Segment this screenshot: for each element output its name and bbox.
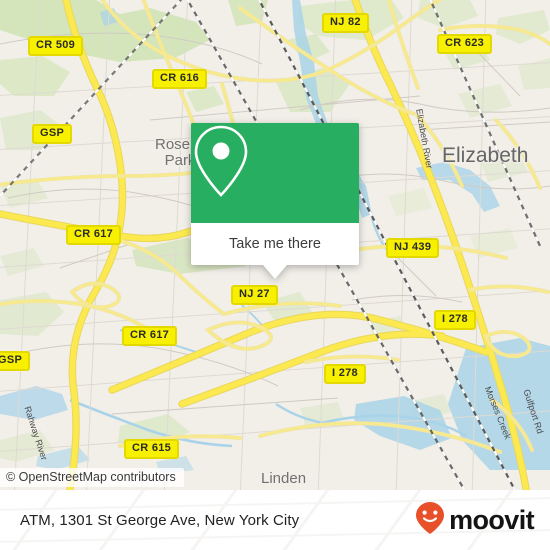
road-shield-cr-623[interactable]: CR 623 — [437, 34, 493, 54]
location-title-text: ATM, 1301 St George Ave, New York City — [20, 511, 300, 529]
road-shield-i-278-lower[interactable]: I 278 — [324, 364, 366, 384]
road-shield-gsp-south[interactable]: GSP — [0, 351, 31, 371]
take-me-there-button[interactable]: Take me there — [191, 223, 359, 265]
moovit-logo[interactable]: moovit — [415, 490, 535, 550]
road-shield-gsp-north[interactable]: GSP — [32, 124, 73, 144]
road-shield-cr-616[interactable]: CR 616 — [152, 69, 208, 89]
popup-header — [191, 123, 359, 223]
location-title: ATM, 1301 St George Ave, New York City — [20, 490, 299, 550]
moovit-wordmark: moovit — [449, 504, 535, 535]
footer-bar: ATM, 1301 St George Ave, New York City m… — [0, 490, 550, 550]
take-me-there-label: Take me there — [229, 236, 321, 252]
road-shield-nj-439[interactable]: NJ 439 — [386, 238, 440, 258]
road-shield-nj-82[interactable]: NJ 82 — [322, 13, 369, 33]
road-shield-cr-615[interactable]: CR 615 — [124, 439, 180, 459]
road-shield-nj-27[interactable]: NJ 27 — [231, 285, 278, 305]
road-shield-cr-509[interactable]: CR 509 — [28, 36, 84, 56]
moovit-map-screenshot: .green { fill:#cfe3b4; } .green2 { fill:… — [0, 0, 550, 550]
location-popup[interactable]: Take me there — [191, 123, 359, 279]
road-shield-cr-617-lower[interactable]: CR 617 — [122, 326, 178, 346]
road-shield-i-278-right[interactable]: I 278 — [434, 310, 476, 330]
popup-pointer — [263, 265, 287, 279]
place-label-elizabeth: Elizabeth — [442, 144, 529, 167]
road-shield-cr-617-upper[interactable]: CR 617 — [66, 225, 122, 245]
place-label-linden: Linden — [261, 470, 307, 487]
map-attribution[interactable]: © OpenStreetMap contributors — [0, 468, 184, 487]
map-canvas[interactable]: .green { fill:#cfe3b4; } .green2 { fill:… — [0, 0, 550, 490]
moovit-smiley-pin-icon — [415, 501, 445, 540]
